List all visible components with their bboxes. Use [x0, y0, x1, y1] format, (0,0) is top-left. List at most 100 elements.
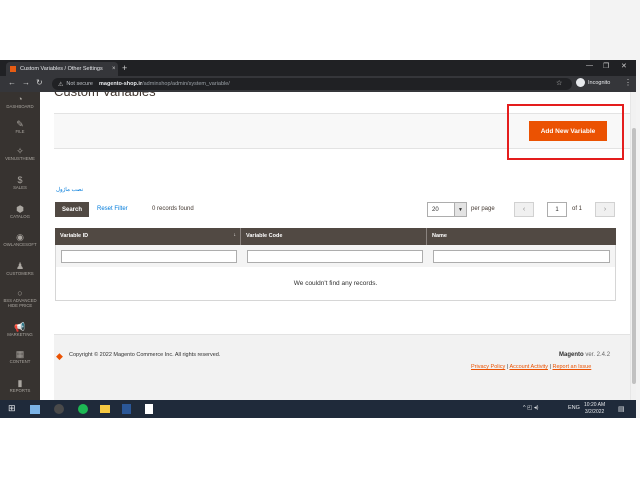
file-icon: ✎ [16, 119, 24, 129]
minimize-icon[interactable]: — [586, 62, 593, 69]
footer-links: Privacy Policy | Account Activity | Repo… [471, 364, 591, 370]
filter-cell [428, 249, 615, 263]
sort-arrow-icon: ↓ [233, 232, 237, 238]
tab-close-icon[interactable]: × [112, 66, 116, 72]
page-scrollbar[interactable] [630, 92, 636, 400]
content-icon: ▦ [15, 349, 25, 359]
copyright-text: Copyright © 2022 Magento Commerce Inc. A… [69, 352, 221, 358]
url-path: /adminshop/admin/system_variable/ [142, 81, 230, 87]
venustheme-icon: ✧ [16, 146, 24, 156]
forward-icon[interactable]: → [22, 78, 30, 87]
sidebar-item-label: DASHBOARD [6, 104, 34, 109]
column-header-label: Name [432, 233, 447, 239]
empty-records-message: We couldn't find any records. [55, 267, 616, 301]
name-filter-input[interactable] [433, 249, 610, 263]
previous-page-button[interactable]: ‹ [514, 202, 534, 217]
reset-filter-link[interactable]: Reset Filter [97, 206, 128, 212]
customers-icon: ♟ [15, 261, 25, 271]
browser-tab[interactable]: Custom Variables / Other Settings × [6, 62, 118, 76]
sidebar-item-file[interactable]: ✎ FILE [0, 119, 40, 134]
privacy-policy-link[interactable]: Privacy Policy [471, 364, 505, 370]
owlancesoft-icon: ◉ [16, 232, 24, 242]
grid-header-row: Variable ID ↓ Variable Code Name [55, 228, 616, 245]
magento-favicon-icon [10, 66, 16, 72]
bookmark-star-icon[interactable]: ☆ [556, 79, 562, 87]
marketing-icon: 📢 [14, 322, 26, 332]
page-total-label: of 1 [572, 206, 583, 212]
column-header-label: Variable ID [60, 233, 89, 239]
variable-code-filter-input[interactable] [247, 249, 423, 263]
sidebar-item-catalog[interactable]: ⬢ CATALOG [0, 204, 40, 219]
sidebar-item-content[interactable]: ▦ CONTENT [0, 349, 40, 364]
account-activity-link[interactable]: Account Activity [509, 364, 548, 370]
sidebar-item-label: REPORTS [9, 388, 31, 393]
browser-menu-icon[interactable]: ⋮ [624, 78, 632, 87]
sidebar-item-label: OWLANCESOFT [3, 242, 37, 247]
windows-start-icon[interactable]: ⊞ [8, 403, 16, 414]
sidebar-item-label: CUSTOMERS [6, 271, 34, 276]
search-button[interactable]: Search [55, 202, 89, 217]
document-icon[interactable] [145, 404, 153, 414]
sidebar-item-bss-advanced-hide-price[interactable]: ○ BSS ADVANCED HIDE PRICE [0, 288, 40, 308]
incognito-indicator[interactable]: Incognito [576, 78, 610, 87]
notification-icon[interactable]: ▤ [618, 405, 625, 413]
taskbar-clock[interactable]: 10:20 AM 3/2/2022 [584, 402, 605, 416]
report-issue-link[interactable]: Report an Issue [552, 364, 591, 370]
filter-cell [242, 249, 428, 263]
next-page-button[interactable]: › [595, 202, 615, 217]
url-text: magento-shop.ir/adminshop/admin/system_v… [99, 81, 230, 87]
install-module-link[interactable]: نصب ماژول [56, 187, 83, 193]
not-secure-icon: ⚠ [58, 81, 64, 88]
spotify-icon[interactable] [78, 404, 88, 414]
file-explorer-icon[interactable] [30, 405, 40, 414]
sidebar-item-reports[interactable]: ▮ REPORTS [0, 378, 40, 393]
address-bar[interactable]: ⚠ Not secure magento-shop.ir/adminshop/a… [52, 78, 572, 90]
sidebar-item-customers[interactable]: ♟ CUSTOMERS [0, 261, 40, 276]
sidebar-item-label: MARKETING [7, 332, 33, 337]
column-header-variable-code[interactable]: Variable Code [241, 228, 427, 245]
sidebar-item-label: CONTENT [9, 359, 31, 364]
dashboard-icon: ◔ [17, 94, 23, 104]
sidebar-item-venustheme[interactable]: ✧ VENUSTHEME [0, 146, 40, 161]
sidebar-item-label: CATALOG [10, 214, 30, 219]
screen-margin-bottom [0, 418, 640, 480]
column-header-name[interactable]: Name [427, 228, 616, 245]
tab-title: Custom Variables / Other Settings [20, 66, 103, 72]
variable-id-filter-input[interactable] [61, 249, 237, 263]
scrollbar-thumb[interactable] [632, 128, 636, 384]
version-number: ver. 2.4.2 [585, 352, 611, 358]
link-separator: | [549, 364, 551, 370]
system-tray-icons[interactable]: ^ ◰ ◂) [523, 405, 538, 411]
sidebar-item-dashboard[interactable]: ◔ DASHBOARD [0, 94, 40, 109]
sidebar-item-label: VENUSTHEME [5, 156, 35, 161]
sales-icon: $ [17, 175, 23, 185]
incognito-icon [576, 78, 585, 87]
clock-time: 10:20 AM [584, 402, 606, 408]
records-found-count: 0 records found [152, 206, 194, 212]
column-header-label: Variable Code [246, 233, 283, 239]
sidebar-item-sales[interactable]: $ SALES [0, 175, 40, 190]
clock-date: 3/2/2022 [584, 409, 605, 415]
windows-taskbar [0, 400, 636, 418]
catalog-icon: ⬢ [16, 204, 24, 214]
reload-icon[interactable]: ↻ [36, 78, 43, 87]
word-icon[interactable] [122, 404, 131, 414]
sidebar-item-owlancesoft[interactable]: ◉ OWLANCESOFT [0, 232, 40, 247]
new-tab-button[interactable]: + [122, 63, 127, 73]
close-window-icon[interactable]: ✕ [621, 62, 627, 70]
chevron-down-icon: ▼ [454, 203, 466, 216]
sidebar-item-marketing[interactable]: 📢 MARKETING [0, 322, 40, 337]
per-page-value: 20 [432, 206, 439, 213]
folder-icon[interactable] [100, 405, 110, 413]
highlight-box [507, 104, 624, 160]
language-indicator[interactable]: ENG [568, 405, 580, 411]
chrome-icon[interactable] [54, 404, 64, 414]
filter-cell [56, 249, 242, 263]
back-icon[interactable]: ← [8, 78, 16, 87]
link-separator: | [506, 364, 509, 370]
per-page-select[interactable]: 20 ▼ [427, 202, 467, 217]
restore-icon[interactable]: ❐ [603, 62, 609, 70]
page-number-input[interactable]: 1 [547, 202, 567, 217]
per-page-label: per page [471, 206, 495, 212]
column-header-variable-id[interactable]: Variable ID ↓ [55, 228, 241, 245]
